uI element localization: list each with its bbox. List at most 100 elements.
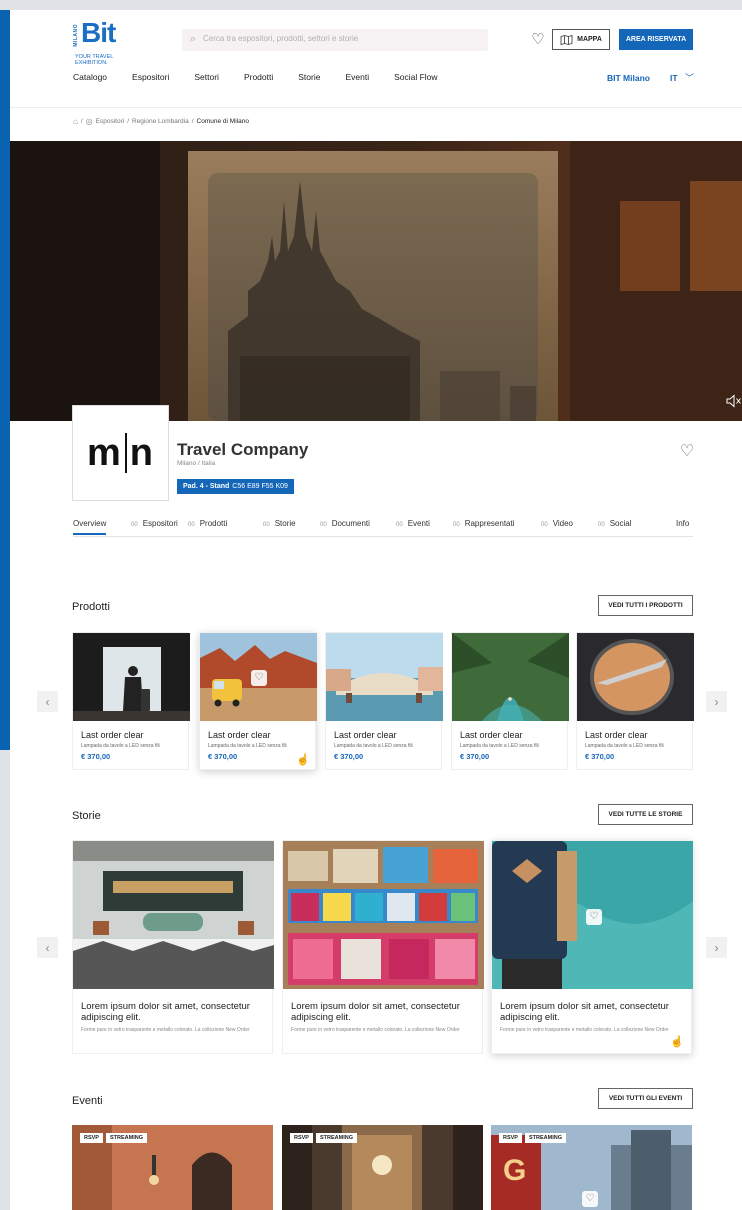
company-name: Travel Company: [177, 440, 309, 459]
tab-count: 00: [188, 522, 195, 528]
search-icon: ⌕: [190, 33, 197, 45]
bit-milano-link[interactable]: BIT Milano: [607, 73, 650, 83]
product-title: Last order clear: [81, 730, 144, 740]
product-image: [452, 633, 569, 721]
product-title: Last order clear: [585, 730, 648, 740]
event-heart-icon[interactable]: ♡: [582, 1191, 598, 1207]
tab-storie[interactable]: 00 Storie: [263, 519, 296, 528]
tab-overview[interactable]: Overview: [73, 519, 107, 535]
map-button[interactable]: MAPPA: [552, 29, 610, 50]
tab-video[interactable]: 00 Video: [541, 519, 573, 528]
tab-prodotti[interactable]: 00 Prodotti: [188, 519, 227, 528]
see-all-products-button[interactable]: VEDI TUTTI I PRODOTTI: [598, 595, 693, 616]
tab-documenti[interactable]: 00 Documenti: [320, 519, 370, 528]
tab-eventi[interactable]: 00 Eventi: [396, 519, 430, 528]
breadcrumb-separator: /: [191, 117, 194, 125]
hero-video[interactable]: [10, 141, 742, 421]
see-all-events-button[interactable]: VEDI TUTTI GLI EVENTI: [598, 1088, 693, 1109]
hand-cursor-icon: ☝: [670, 1036, 684, 1048]
product-subtitle: Lampada da tavolo a LED senza fili: [334, 743, 413, 749]
stories-next-arrow[interactable]: ›: [706, 937, 727, 958]
search-input[interactable]: ⌕ Cerca tra espositori, prodotti, settor…: [182, 29, 488, 51]
company-logo-left: m: [86, 431, 122, 474]
product-card[interactable]: Last order clear Lampada da tavolo a LED…: [72, 632, 190, 770]
story-title: Lorem ipsum dolor sit amet, consectetur …: [500, 1001, 669, 1023]
chevron-down-icon[interactable]: ﹀: [685, 71, 694, 84]
speaker-mute-icon[interactable]: [726, 394, 742, 408]
reserved-area-button[interactable]: AREA RISERVATA: [619, 29, 693, 50]
story-heart-icon[interactable]: ♡: [586, 909, 602, 925]
story-title: Lorem ipsum dolor sit amet, consectetur …: [81, 1001, 250, 1023]
logo-tagline: YOUR TRAVEL EXHIBITION.: [75, 54, 135, 66]
nav-item-catalogo[interactable]: Catalogo: [73, 72, 107, 86]
nav-item-espositori[interactable]: Espositori: [132, 72, 169, 86]
side-accent-bar: [0, 10, 10, 750]
favorite-company-heart-icon[interactable]: ♡: [677, 442, 697, 462]
tab-label: Storie: [274, 519, 296, 528]
tab-info[interactable]: Info: [676, 519, 689, 528]
breadcrumb-regione[interactable]: Regione Lombardia: [132, 118, 189, 125]
event-card[interactable]: RSVP STREAMING: [72, 1125, 273, 1210]
see-all-stories-button[interactable]: VEDI TUTTE LE STORIE: [598, 804, 693, 825]
streaming-badge: STREAMING: [315, 1133, 357, 1143]
product-card[interactable]: ♡ Last order clear Lampada da tavolo a L…: [199, 632, 317, 770]
bit-logo[interactable]: MILANO Bit YOUR TRAVEL EXHIBITION.: [73, 17, 135, 70]
user-circle-icon: ◎: [85, 116, 93, 126]
favorites-heart-icon[interactable]: ♡: [528, 30, 548, 50]
nav-item-prodotti[interactable]: Prodotti: [244, 72, 273, 86]
story-card[interactable]: Lorem ipsum dolor sit amet, consectetur …: [282, 840, 484, 1054]
nav-item-settori[interactable]: Settori: [194, 72, 219, 86]
event-card[interactable]: G ♡ RSVP STREAMING: [491, 1125, 692, 1210]
stories-prev-arrow[interactable]: ‹: [37, 937, 58, 958]
tab-count: 00: [541, 522, 548, 528]
product-card[interactable]: Last order clear Lampada da tavolo a LED…: [576, 632, 694, 770]
company-logo: m n: [72, 405, 169, 501]
story-card[interactable]: Lorem ipsum dolor sit amet, consectetur …: [72, 840, 274, 1054]
product-price: € 370,00: [460, 752, 490, 761]
product-price: € 370,00: [585, 752, 615, 761]
stories-section-title: Storie: [72, 810, 101, 822]
nav-item-eventi[interactable]: Eventi: [345, 72, 369, 86]
products-next-arrow[interactable]: ›: [706, 691, 727, 712]
products-prev-arrow[interactable]: ‹: [37, 691, 58, 712]
company-logo-right: n: [129, 431, 154, 474]
chevron-left-icon: ‹: [45, 940, 50, 955]
product-image: [326, 633, 443, 721]
product-subtitle: Lampada da tavolo a LED senza fili: [460, 743, 539, 749]
product-title: Last order clear: [208, 730, 271, 740]
story-subtitle: Forme pure in vetro trasparente e metall…: [500, 1027, 669, 1033]
company-location: Milano / Italia: [177, 460, 216, 467]
event-badges: RSVP STREAMING: [290, 1133, 357, 1143]
stand-badge: Pad. 4 - Stand C56 E89 F55 K09: [177, 479, 294, 494]
chevron-right-icon: ›: [714, 940, 719, 955]
nav-item-social-flow[interactable]: Social Flow: [394, 72, 437, 86]
tab-social[interactable]: 00 Social: [598, 519, 631, 528]
breadcrumb-current: Comune di Milano: [196, 117, 249, 125]
breadcrumb-espositori[interactable]: Espositori: [96, 118, 125, 125]
hero-image: [10, 141, 742, 421]
logo-brand-text: Bit: [81, 17, 116, 48]
story-title: Lorem ipsum dolor sit amet, consectetur …: [291, 1001, 460, 1023]
tab-label: Espositori: [142, 519, 178, 528]
tab-rappresentati[interactable]: 00 Rappresentati: [453, 519, 515, 528]
stand-codes: C56 E89 F55 K09: [232, 483, 288, 490]
language-select[interactable]: IT: [670, 73, 678, 83]
product-card[interactable]: Last order clear Lampada da tavolo a LED…: [325, 632, 443, 770]
story-image: [283, 841, 484, 989]
tab-espositori[interactable]: 00 Espositori: [131, 519, 178, 528]
event-card[interactable]: RSVP STREAMING: [282, 1125, 483, 1210]
product-heart-icon[interactable]: ♡: [251, 670, 267, 686]
product-card[interactable]: Last order clear Lampada da tavolo a LED…: [451, 632, 569, 770]
tab-count: 00: [131, 522, 138, 528]
product-subtitle: Lampada da tavolo a LED senza fili: [208, 743, 287, 749]
home-icon[interactable]: ⌂: [73, 117, 78, 126]
nav-item-storie[interactable]: Storie: [298, 72, 320, 86]
tab-count: 00: [453, 522, 460, 528]
map-icon: [560, 34, 573, 45]
tab-label: Social: [609, 519, 632, 528]
story-card[interactable]: ♡ Lorem ipsum dolor sit amet, consectetu…: [491, 840, 693, 1054]
hand-cursor-icon: ☝: [296, 754, 310, 766]
tab-count: 00: [396, 522, 403, 528]
breadcrumb: ⌂ / ◎ Espositori / Regione Lombardia / C…: [73, 115, 249, 127]
story-subtitle: Forme pure in vetro trasparente e metall…: [81, 1027, 250, 1033]
